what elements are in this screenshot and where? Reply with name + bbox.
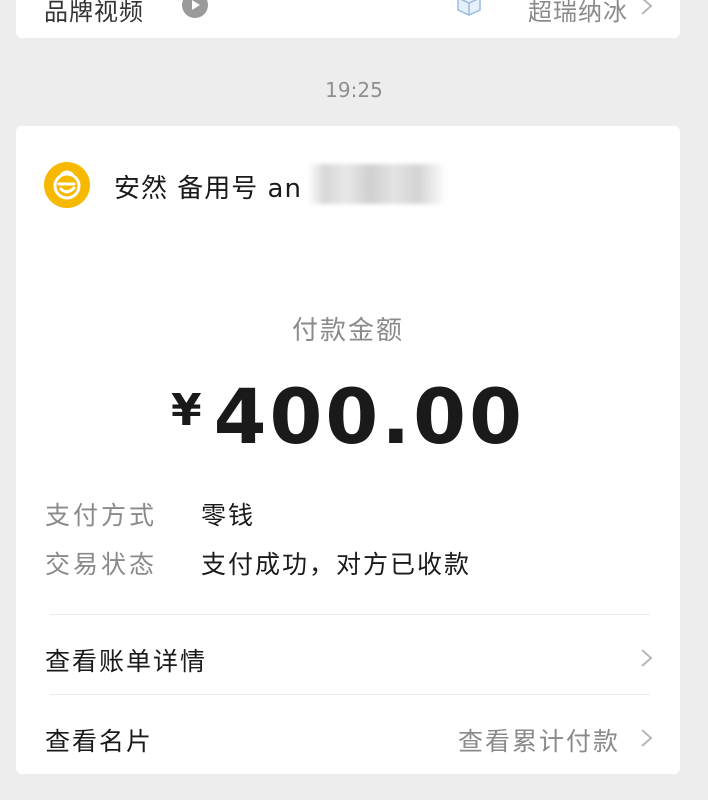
brand-video-label: 品牌视频 xyxy=(44,0,144,26)
view-bill-details-label: 查看账单详情 xyxy=(45,647,208,676)
payment-method-row: 支付方式 零钱 xyxy=(45,496,255,532)
view-business-card-link[interactable]: 查看名片 查看累计付款 xyxy=(16,708,680,768)
amount-label: 付款金额 xyxy=(291,316,404,346)
payment-method-key: 支付方式 xyxy=(45,501,158,530)
play-icon xyxy=(182,0,208,18)
message-timestamp: 19:25 xyxy=(325,78,383,102)
chevron-right-icon xyxy=(640,724,654,752)
previous-message-card[interactable]: 品牌视频 超瑞纳冰 xyxy=(16,0,680,38)
transaction-status-value: 支付成功，对方已收款 xyxy=(200,550,471,579)
currency-symbol: ¥ xyxy=(171,385,202,436)
view-business-card-label: 查看名片 xyxy=(45,727,154,756)
payment-amount: ¥400.00 xyxy=(16,372,680,461)
product-name-label: 超瑞纳冰 xyxy=(528,0,628,26)
merchant-logo-icon xyxy=(44,162,90,208)
merchant-name: 安然 备用号 an xyxy=(114,174,302,204)
view-cumulative-payment-label[interactable]: 查看累计付款 xyxy=(458,722,620,758)
transaction-status-row: 交易状态 支付成功，对方已收款 xyxy=(45,545,471,581)
payment-method-value: 零钱 xyxy=(200,501,255,530)
divider xyxy=(50,614,650,615)
amount-value: 400.00 xyxy=(213,372,525,461)
view-bill-details-link[interactable]: 查看账单详情 xyxy=(16,628,680,688)
redacted-mask xyxy=(308,164,446,204)
divider xyxy=(50,694,650,695)
transaction-status-key: 交易状态 xyxy=(45,550,158,579)
chevron-right-icon xyxy=(640,0,654,20)
payment-receipt-card: 安然 备用号 an 付款金额 ¥400.00 支付方式 零钱 交易状态 支付成功… xyxy=(16,126,680,774)
product-box-icon xyxy=(454,0,484,18)
chevron-right-icon xyxy=(640,644,654,672)
